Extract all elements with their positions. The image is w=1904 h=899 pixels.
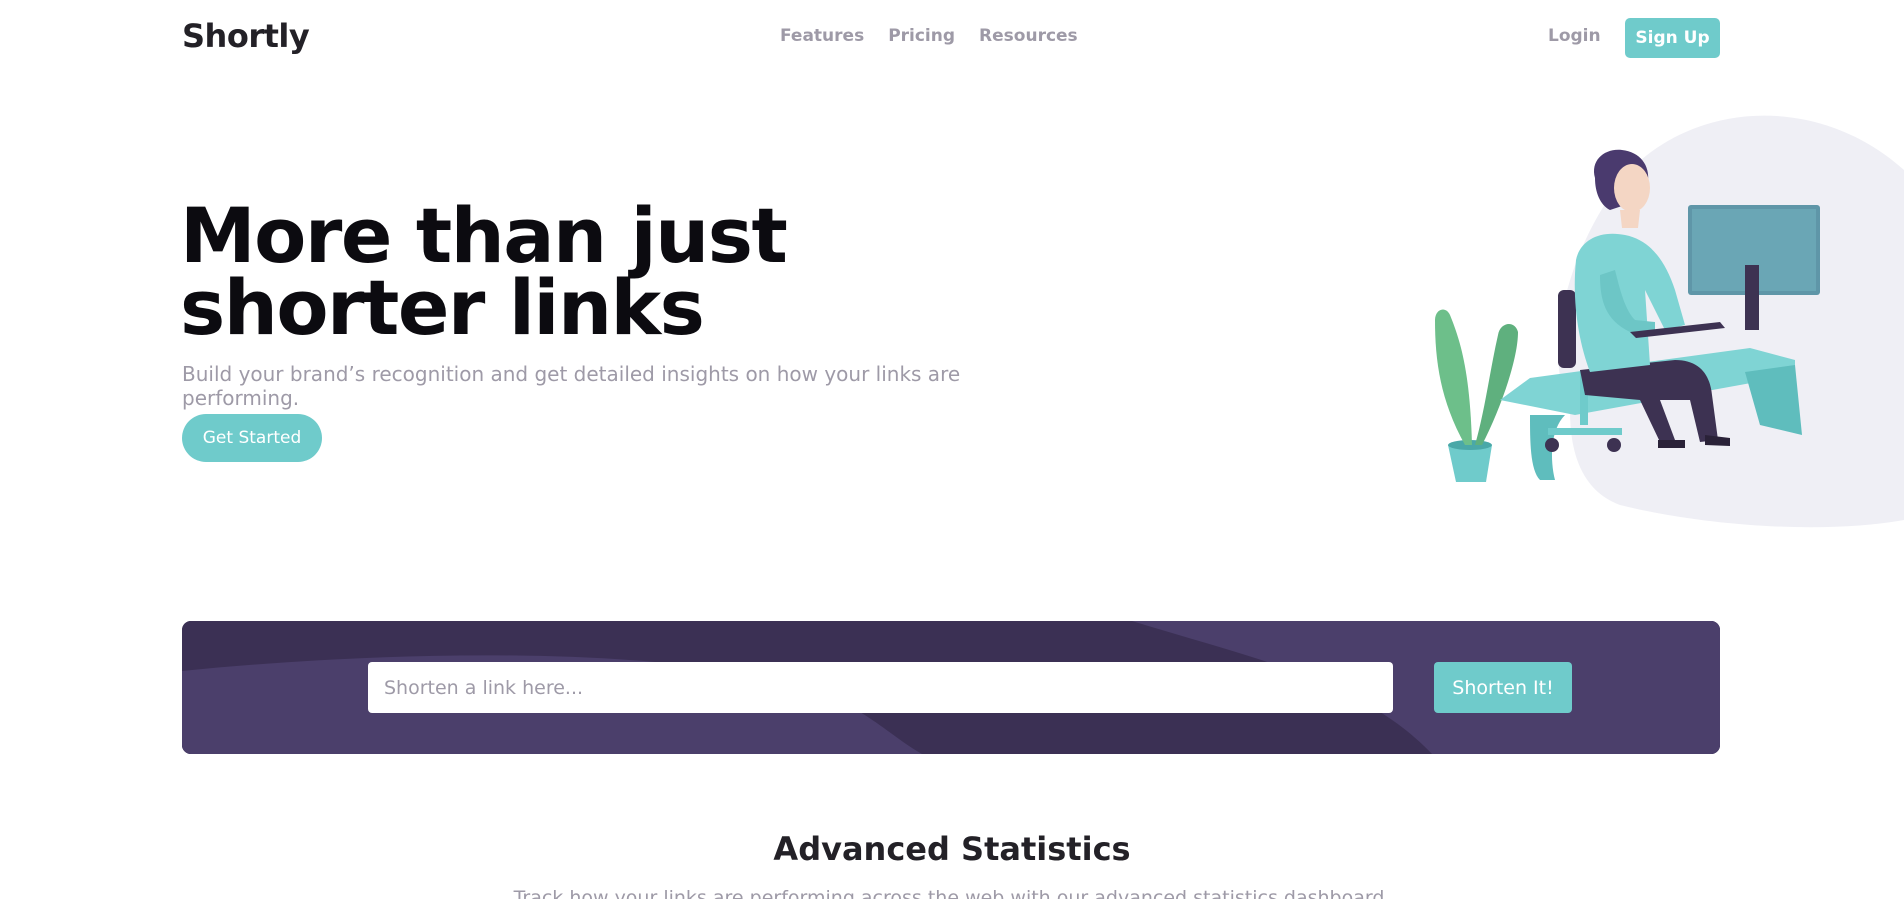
plant-leaf-left bbox=[1435, 309, 1472, 445]
login-link[interactable]: Login bbox=[1548, 26, 1601, 46]
shorten-url-input[interactable] bbox=[368, 662, 1393, 713]
plant-leaf-right bbox=[1475, 324, 1518, 445]
top-nav: Shortly Features Pricing Resources Login… bbox=[0, 0, 1904, 78]
get-started-button[interactable]: Get Started bbox=[182, 414, 322, 462]
working-person-illustration bbox=[1435, 115, 1904, 528]
nav-link-features[interactable]: Features bbox=[780, 26, 864, 46]
logo[interactable]: Shortly bbox=[182, 17, 310, 55]
person-face bbox=[1614, 164, 1650, 212]
hero-title: More than just shorter links bbox=[180, 191, 788, 352]
chair-back bbox=[1558, 290, 1576, 368]
statistics-subtitle: Track how your links are performing acro… bbox=[513, 887, 1391, 899]
nav-links: Features Pricing Resources bbox=[780, 26, 1078, 46]
nav-link-resources[interactable]: Resources bbox=[979, 26, 1078, 46]
signup-button[interactable]: Sign Up bbox=[1625, 18, 1720, 58]
plant-pot bbox=[1448, 445, 1492, 482]
nav-link-pricing[interactable]: Pricing bbox=[888, 26, 955, 46]
shorten-it-button[interactable]: Shorten It! bbox=[1434, 662, 1572, 713]
hero-subtitle: Build your brand’s recognition and get d… bbox=[182, 362, 961, 410]
page: Shortly Features Pricing Resources Login… bbox=[0, 0, 1904, 899]
shorten-link-panel: Shorten It! bbox=[182, 621, 1720, 754]
statistics-title: Advanced Statistics bbox=[773, 830, 1131, 868]
